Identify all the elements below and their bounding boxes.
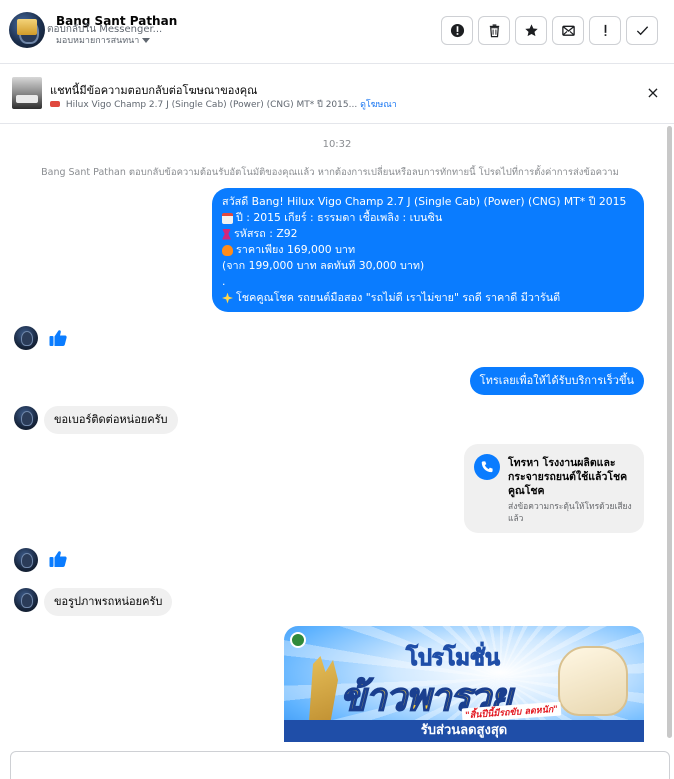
ad-thumbnail[interactable] <box>12 77 42 109</box>
contact-avatar-small <box>14 326 38 350</box>
contact-avatar-small <box>14 548 38 572</box>
contact-avatar-small <box>14 406 38 430</box>
star-button[interactable] <box>515 16 547 45</box>
incoming-message[interactable]: ขอรูปภาพรถหน่อยครับ <box>44 588 173 616</box>
phone-icon <box>474 454 500 480</box>
ad-context-bar: แชทนี้มีข้อความตอบกลับต่อโฆษณาของคุณ Hil… <box>0 64 674 124</box>
welcome-line: (จาก 199,000 บาท ลดทันที 30,000 บาท) <box>222 259 425 272</box>
promo-bottom-banner: รับส่วนลดสูงสุด <box>284 720 644 742</box>
message-timestamp: 10:32 <box>322 139 352 150</box>
welcome-line: . <box>222 275 226 288</box>
mark-unread-button[interactable] <box>552 16 584 45</box>
rice-sack-graphic <box>558 646 628 716</box>
reply-input[interactable]: ตอบกลับใน Messenger... <box>47 22 162 37</box>
done-button[interactable] <box>626 16 658 45</box>
report-icon <box>450 23 464 38</box>
follow-up-button[interactable] <box>589 16 621 45</box>
caret-down-icon <box>142 37 151 43</box>
thread-scrollbar[interactable] <box>667 126 672 738</box>
ribbon-emoji-icon <box>222 228 231 240</box>
welcome-line: สวัสดี Bang! Hilux Vigo Champ 2.7 J (Sin… <box>222 195 627 208</box>
delete-button[interactable] <box>478 16 510 45</box>
car-emoji-icon <box>50 101 60 107</box>
reply-input-box[interactable] <box>10 751 670 779</box>
close-icon[interactable]: × <box>646 85 660 101</box>
thumbs-up-icon <box>49 330 67 346</box>
welcome-message-bubble[interactable]: สวัสดี Bang! Hilux Vigo Champ 2.7 J (Sin… <box>212 188 644 312</box>
trash-icon <box>489 24 499 38</box>
composer <box>0 742 674 779</box>
fire-emoji-icon <box>222 244 233 256</box>
sparkles-emoji-icon <box>222 292 233 304</box>
system-note: Bang Sant Pathan ตอบกลับข้อความต้อนรับอั… <box>41 167 619 178</box>
calendar-emoji-icon <box>222 212 233 224</box>
welcome-line: รหัสรถ : Z92 <box>222 226 634 242</box>
call-card-title: โทรหา โรงงานผลิตและกระจายรถยนต์ใช้แล้วโช… <box>508 457 628 497</box>
view-ad-link[interactable]: ดูโฆษณา <box>360 100 397 110</box>
mark-unread-icon <box>561 25 575 36</box>
welcome-line: ปี : 2015 เกียร์ : ธรรมดา เชื้อเพลิง : เ… <box>222 210 634 226</box>
call-card-subtitle: ส่งข้อความกระตุ้นให้โทรด้วยเสียงแล้ว <box>508 502 632 524</box>
check-icon <box>636 26 648 36</box>
call-request-message[interactable]: โทรเลยเพื่อให้ได้รับบริการเร็วขึ้น <box>469 367 644 395</box>
promo-logo <box>290 632 306 648</box>
incoming-message[interactable]: ขอเบอร์ติดต่อหน่อยครับ <box>44 406 178 434</box>
welcome-line: โชคคูณโชค รถยนต์มือสอง "รถไม่ดี เราไม่ขา… <box>222 290 634 306</box>
follow-up-icon <box>604 24 606 36</box>
welcome-line: ราคาเพียง 169,000 บาท <box>222 242 634 258</box>
ad-subtitle-text: Hilux Vigo Champ 2.7 J (Single Cab) (Pow… <box>65 100 358 110</box>
star-icon <box>524 24 538 37</box>
page-logo-icon <box>17 19 37 35</box>
ad-context-subtitle: Hilux Vigo Champ 2.7 J (Single Cab) (Pow… <box>50 97 397 111</box>
header-actions <box>441 16 658 45</box>
call-request-card[interactable]: โทรหา โรงงานผลิตและกระจายรถยนต์ใช้แล้วโช… <box>464 444 644 533</box>
report-button[interactable] <box>441 16 473 45</box>
contact-avatar-small <box>14 588 38 612</box>
promo-image-attachment[interactable]: โปรโมชั่น ข้าวพารวย "สิ้นปีนี้มีรถขับ ลด… <box>284 626 644 742</box>
thumbs-up-icon <box>49 551 67 567</box>
